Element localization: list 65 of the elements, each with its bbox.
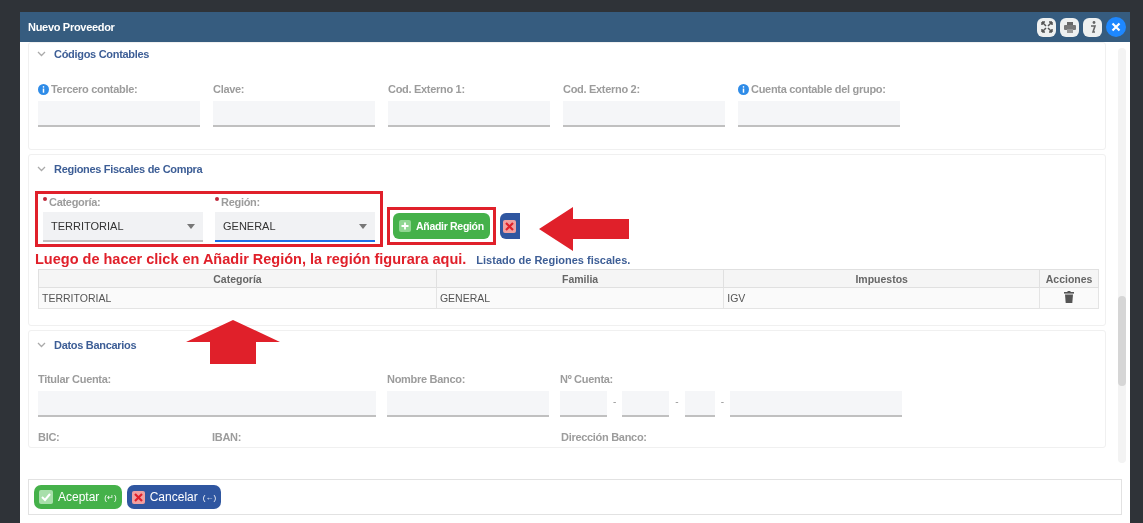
field-label: Nombre Banco: [387, 373, 465, 385]
select-field[interactable]: TERRITORIAL [43, 212, 203, 242]
trash-icon[interactable] [1064, 291, 1075, 303]
field-label: IBAN: [212, 431, 242, 443]
column-header: Impuestos [723, 269, 1040, 288]
caret-icon [359, 223, 367, 229]
input-field[interactable] [730, 391, 903, 417]
list-title: Listado de Regiones fiscales. [476, 254, 631, 266]
close-button[interactable] [1106, 17, 1126, 37]
field-label: Cuenta contable del grupo: [751, 83, 886, 95]
field-label: Titular Cuenta: [38, 373, 111, 385]
field-label: BIC: [38, 431, 60, 443]
column-header: Familia [436, 269, 724, 288]
input-field[interactable] [563, 101, 725, 127]
separator-text: - [720, 396, 725, 409]
print-button[interactable] [1060, 17, 1079, 37]
field-label: Tercero contable: [51, 83, 138, 95]
field-label: Cod. Externo 2: [563, 83, 640, 95]
printer-icon [1063, 21, 1076, 33]
input-field[interactable] [388, 101, 550, 127]
input-field[interactable] [38, 101, 200, 127]
field-label: Nº Cuenta: [560, 373, 613, 385]
close-icon [131, 490, 145, 504]
window-title: Nuevo Proveedor [28, 21, 116, 33]
section-title[interactable]: Códigos Contables [54, 48, 150, 60]
annotation-text: Luego de hacer click en Añadir Región, la región figurara aqui. [35, 251, 467, 267]
close-icon [1111, 22, 1121, 32]
cancel-button[interactable] [499, 213, 520, 239]
column-header: Acciones [1039, 269, 1099, 288]
scrollbar[interactable] [1118, 48, 1126, 463]
field-label: Categoría: [49, 196, 101, 208]
input-field[interactable] [560, 391, 607, 417]
input-field[interactable] [738, 101, 900, 127]
info-icon [38, 83, 49, 95]
close-icon [502, 219, 516, 233]
field-label: Cod. Externo 1: [388, 83, 465, 95]
input-field[interactable] [38, 391, 376, 417]
expand-button[interactable] [1037, 17, 1056, 37]
select-field[interactable]: GENERAL [215, 212, 375, 242]
caret-icon [187, 223, 195, 229]
info-icon [1088, 21, 1097, 33]
table-cell: IGV [723, 287, 1040, 309]
separator-text: - [675, 396, 679, 409]
field-label: Región: [221, 196, 260, 208]
column-header: Categoría [38, 269, 437, 288]
section-title[interactable]: Regiones Fiscales de Compra [54, 163, 203, 175]
chevron-icon [37, 166, 46, 172]
check-icon [39, 490, 53, 504]
plus-icon [399, 220, 411, 232]
input-field[interactable] [622, 391, 670, 417]
table-cell: TERRITORIAL [38, 287, 437, 309]
chevron-icon [37, 342, 46, 348]
input-field[interactable] [387, 391, 549, 417]
separator-text: - [613, 396, 617, 409]
info-button[interactable] [1083, 17, 1102, 37]
table-cell: GENERAL [436, 287, 724, 309]
field-label: Dirección Banco: [561, 431, 647, 443]
field-label: Clave: [213, 83, 245, 95]
section-title[interactable]: Datos Bancarios [54, 339, 137, 351]
cancel-button[interactable]: Cancelar (←) [126, 485, 222, 509]
input-field[interactable] [213, 101, 375, 127]
expand-icon [1040, 21, 1053, 33]
info-icon [738, 83, 749, 95]
chevron-icon [37, 51, 46, 57]
input-field[interactable] [684, 391, 715, 417]
